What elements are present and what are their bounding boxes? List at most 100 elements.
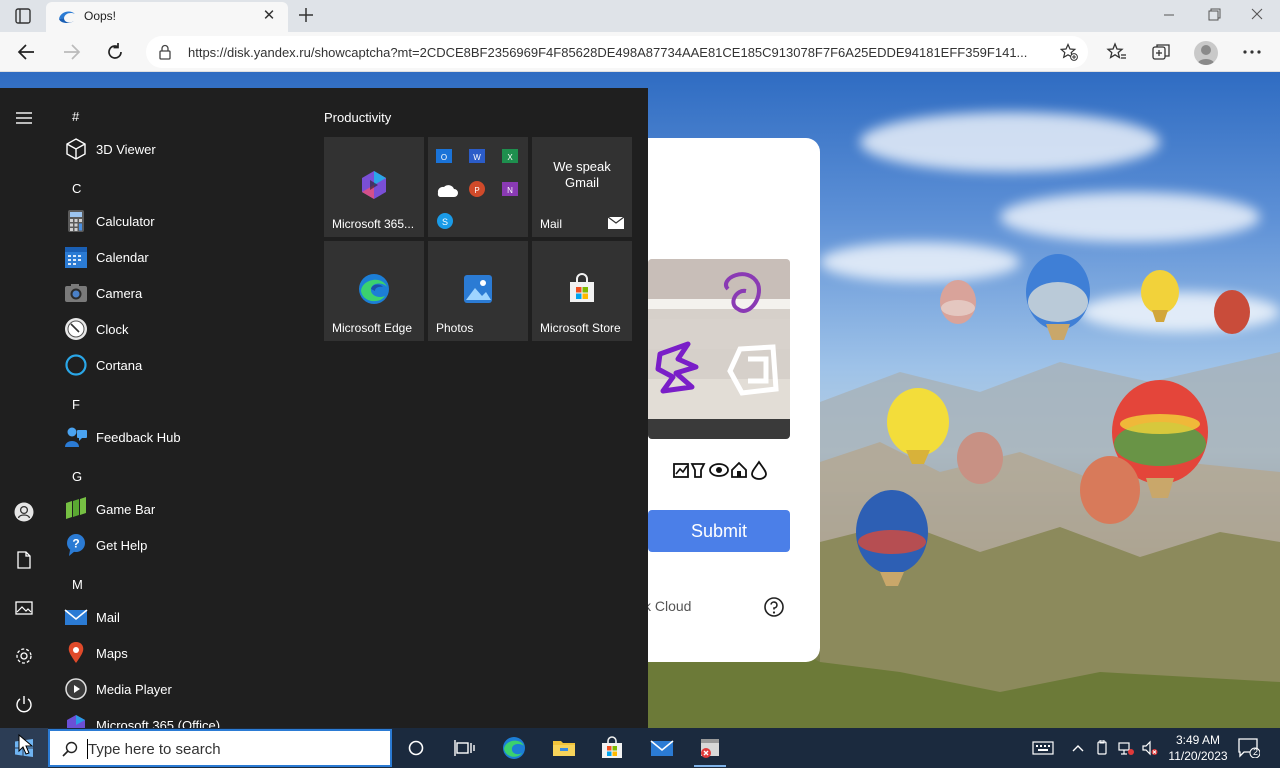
usb-device-icon[interactable] [1094, 739, 1110, 756]
app-calculator[interactable]: Calculator [62, 204, 312, 238]
app-cortana[interactable]: Cortana [62, 348, 312, 382]
profile-avatar-icon[interactable] [1194, 41, 1218, 65]
app-media-player[interactable]: Media Player [62, 672, 312, 706]
tile-group-title[interactable]: Productivity [324, 110, 391, 125]
documents-icon[interactable] [14, 550, 34, 570]
app-list: # 3D Viewer C Calculator Calendar Camera… [48, 88, 318, 728]
url-text: https://disk.yandex.ru/showcaptcha?mt=2C… [188, 45, 1028, 60]
letter-header-c[interactable]: C [72, 181, 81, 196]
app-error-taskbar-icon[interactable] [694, 736, 726, 767]
app-camera[interactable]: Camera [62, 276, 312, 310]
pictures-icon[interactable] [14, 598, 34, 618]
mail-icon [64, 605, 88, 629]
letter-header-g[interactable]: G [72, 469, 82, 484]
edge-favicon-icon [58, 9, 76, 25]
microsoft-365-icon [64, 713, 88, 728]
new-tab-icon[interactable] [296, 5, 316, 25]
edge-taskbar-icon[interactable] [502, 736, 526, 760]
file-explorer-icon[interactable] [552, 736, 576, 760]
letter-header-f[interactable]: F [72, 397, 80, 412]
user-account-icon[interactable] [14, 502, 34, 522]
mail-taskbar-icon[interactable] [650, 736, 674, 760]
mail-tile-icon [607, 215, 625, 229]
photos-icon [462, 273, 494, 305]
submit-button[interactable]: Submit [648, 510, 790, 552]
svg-text:S: S [442, 217, 448, 227]
3d-viewer-icon [64, 137, 88, 161]
search-icon [62, 741, 78, 757]
tile-microsoft-edge[interactable]: Microsoft Edge [324, 241, 424, 341]
keyboard-tray-icon[interactable] [1032, 740, 1054, 756]
lock-icon[interactable] [158, 44, 172, 60]
clock-time: 3:49 AM [1175, 733, 1221, 747]
app-feedback-hub[interactable]: Feedback Hub [62, 420, 312, 454]
collections-icon[interactable] [1150, 41, 1172, 63]
game-bar-icon [64, 497, 88, 521]
camera-icon [64, 281, 88, 305]
app-calendar[interactable]: Calendar [62, 240, 312, 274]
show-hidden-icons-chevron-icon[interactable] [1070, 740, 1086, 756]
add-favorite-icon[interactable] [1059, 43, 1078, 61]
tile-photos[interactable]: Photos [428, 241, 528, 341]
settings-gear-icon[interactable] [14, 646, 34, 666]
favorites-icon[interactable] [1106, 41, 1128, 63]
letter-header-hash[interactable]: # [72, 109, 79, 124]
captcha-order-icons [673, 460, 769, 480]
letter-header-m[interactable]: M [72, 577, 83, 592]
app-microsoft-365[interactable]: Microsoft 365 (Office) [62, 708, 312, 728]
more-options-icon[interactable] [1241, 41, 1263, 63]
svg-text:N: N [507, 186, 513, 195]
microsoft-365-icon [358, 169, 390, 201]
hamburger-menu-icon[interactable] [14, 108, 34, 128]
cortana-icon [64, 353, 88, 377]
back-icon[interactable] [16, 41, 38, 63]
feedback-hub-icon [64, 425, 88, 449]
svg-text:O: O [441, 153, 447, 162]
address-bar[interactable]: https://disk.yandex.ru/showcaptcha?mt=2C… [146, 36, 1088, 68]
start-menu: # 3D Viewer C Calculator Calendar Camera… [0, 88, 648, 728]
store-bag-icon [566, 273, 598, 305]
maps-icon [64, 641, 88, 665]
tab-close-icon[interactable]: ✕ [262, 8, 276, 23]
app-game-bar[interactable]: Game Bar [62, 492, 312, 526]
forward-icon[interactable] [60, 41, 82, 63]
system-clock[interactable]: 3:49 AM 11/20/2023 [1162, 732, 1234, 764]
start-menu-rail [0, 88, 48, 728]
taskbar-search-box[interactable]: Type here to search [48, 729, 392, 767]
app-get-help[interactable]: ? Get Help [62, 528, 312, 562]
start-button[interactable] [0, 728, 48, 768]
tile-microsoft-store[interactable]: Microsoft Store [532, 241, 632, 341]
power-icon[interactable] [14, 694, 34, 714]
tile-microsoft-365[interactable]: Microsoft 365... [324, 137, 424, 237]
tile-mail[interactable]: We speak Gmail Mail [532, 137, 632, 237]
get-help-icon: ? [64, 533, 88, 557]
app-maps[interactable]: Maps [62, 636, 312, 670]
app-mail[interactable]: Mail [62, 600, 312, 634]
task-view-icon[interactable] [452, 736, 476, 760]
restore-icon[interactable] [1202, 4, 1226, 26]
app-3d-viewer[interactable]: 3D Viewer [62, 132, 312, 166]
volume-muted-icon[interactable] [1142, 740, 1158, 756]
tab-title: Oops! [84, 9, 117, 23]
browser-toolbar: https://disk.yandex.ru/showcaptcha?mt=2C… [0, 32, 1280, 72]
yandex-cloud-text[interactable]: k Cloud [644, 598, 691, 614]
store-taskbar-icon[interactable] [600, 736, 624, 760]
svg-text:W: W [473, 153, 481, 162]
refresh-icon[interactable] [104, 41, 126, 63]
tile-office-apps[interactable]: O W X P N S [428, 137, 528, 237]
media-player-icon [64, 677, 88, 701]
help-icon[interactable] [763, 596, 785, 618]
calendar-icon [64, 245, 88, 269]
app-clock[interactable]: Clock [62, 312, 312, 346]
calculator-icon [64, 209, 88, 233]
browser-tab[interactable]: Oops! ✕ [46, 2, 288, 32]
captcha-image [648, 259, 790, 439]
browser-tab-bar: Oops! ✕ [0, 0, 1280, 32]
edge-icon [358, 273, 390, 305]
tab-actions-icon[interactable] [14, 7, 32, 25]
network-icon[interactable] [1118, 740, 1134, 756]
minimize-icon[interactable] [1158, 4, 1182, 26]
cortana-taskbar-icon[interactable] [404, 736, 428, 760]
close-window-icon[interactable] [1246, 4, 1270, 26]
notifications-icon[interactable]: 2 [1238, 738, 1261, 759]
